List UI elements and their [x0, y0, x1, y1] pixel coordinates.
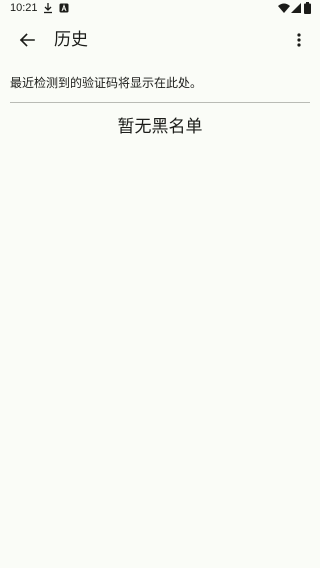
empty-state-message: 暂无黑名单: [117, 117, 203, 137]
more-vert-icon: [297, 33, 301, 47]
download-icon: [44, 3, 52, 14]
a-badge-icon: [59, 3, 69, 13]
status-bar: 10:21: [0, 0, 320, 18]
more-options-button[interactable]: [284, 24, 314, 56]
history-screen: 10:21 历史 最近检测到的验证码将显示在此处。 暂无黑名单: [0, 0, 320, 568]
page-title: 历史: [54, 30, 88, 50]
arrow-back-icon: [19, 33, 35, 47]
divider: [10, 102, 310, 103]
back-button[interactable]: [11, 24, 43, 56]
cellular-signal-icon: [291, 3, 301, 13]
app-bar: 历史: [0, 18, 320, 64]
wifi-icon: [278, 3, 290, 13]
history-description: 最近检测到的验证码将显示在此处。: [10, 76, 203, 90]
status-time: 10:21: [10, 2, 38, 14]
battery-icon: [304, 2, 311, 14]
